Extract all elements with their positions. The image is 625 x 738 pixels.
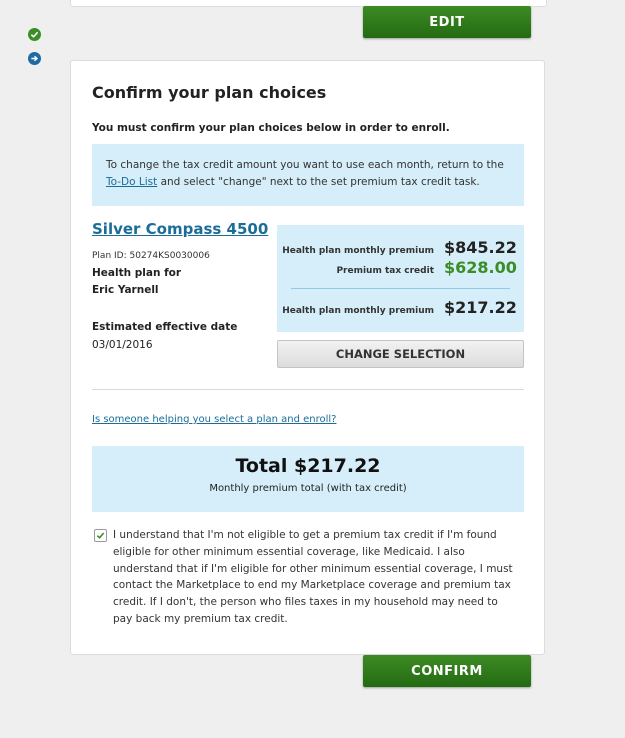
agreement-text: I understand that I'm not eligible to ge… (113, 529, 513, 625)
tax-credit-value: $628.00 (444, 258, 517, 277)
tax-credit-info-box: To change the tax credit amount you want… (92, 144, 524, 206)
checkmark-icon (96, 532, 105, 539)
agreement-checkbox[interactable] (94, 529, 107, 542)
section-divider (92, 389, 524, 390)
total-subtext: Monthly premium total (with tax credit) (209, 483, 407, 494)
confirm-plan-card: Confirm your plan choices You must confi… (70, 60, 545, 655)
edit-button[interactable]: EDIT (363, 6, 531, 38)
card-title: Confirm your plan choices (92, 83, 327, 102)
effective-date: 03/01/2016 (92, 339, 153, 351)
plan-name-link[interactable]: Silver Compass 4500 (92, 220, 268, 238)
check-circle-icon (28, 28, 41, 41)
member-name: Eric Yarnell (92, 284, 159, 296)
change-selection-button[interactable]: CHANGE SELECTION (277, 340, 524, 368)
effective-date-label: Estimated effective date (92, 321, 238, 333)
premium-label: Health plan monthly premium (282, 246, 434, 256)
total-amount: Total $217.22 (235, 455, 381, 477)
plan-for-label: Health plan for (92, 267, 182, 279)
helper-link[interactable]: Is someone helping you select a plan and… (92, 414, 336, 425)
premium-row: Health plan monthly premium $845.22 (282, 238, 517, 257)
pricing-divider (291, 288, 510, 289)
tax-credit-label: Premium tax credit (336, 266, 434, 276)
net-premium-row: Health plan monthly premium $217.22 (282, 298, 517, 317)
tax-credit-row: Premium tax credit $628.00 (336, 258, 517, 277)
plan-id: Plan ID: 50274KS0030006 (92, 251, 210, 261)
arrow-right-circle-icon (28, 52, 41, 65)
confirm-button[interactable]: CONFIRM (363, 655, 531, 687)
to-do-list-link[interactable]: To-Do List (106, 176, 157, 188)
premium-value: $845.22 (444, 238, 517, 257)
info-text-after: and select "change" next to the set prem… (160, 176, 480, 188)
must-confirm-notice: You must confirm your plan choices below… (92, 122, 450, 134)
info-text-before: To change the tax credit amount you want… (106, 159, 504, 171)
pricing-summary-box: Health plan monthly premium $845.22 Prem… (277, 225, 524, 332)
net-premium-label: Health plan monthly premium (282, 306, 434, 316)
net-premium-value: $217.22 (444, 298, 517, 317)
total-box: Total $217.22 Monthly premium total (wit… (92, 446, 524, 512)
